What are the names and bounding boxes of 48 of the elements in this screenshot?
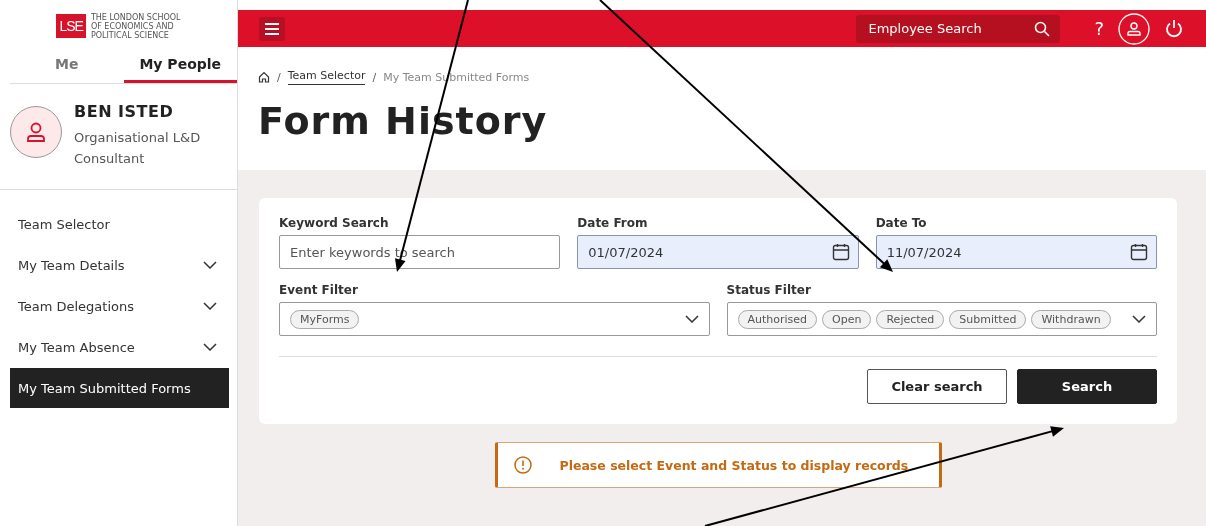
- calendar-icon[interactable]: [831, 243, 850, 261]
- field-label: Keyword Search: [279, 216, 390, 230]
- menu-icon: [265, 22, 279, 35]
- chevron-down-icon: [684, 315, 699, 323]
- field-label: Date From: [577, 216, 649, 230]
- profile-role: Organisational L&D Consultant: [74, 129, 202, 168]
- chevron-down-icon: [1132, 315, 1146, 323]
- sidebar-item[interactable]: My Team Absence: [10, 327, 229, 367]
- date-to-field[interactable]: 11/07/2024: [875, 235, 1157, 269]
- breadcrumb-separator: /: [277, 70, 281, 84]
- alert-message: Please select Event and Status to display records: [559, 457, 909, 473]
- profile-button[interactable]: [1118, 12, 1150, 45]
- person-icon: [1118, 12, 1150, 45]
- profile-name: BEN ISTED: [74, 102, 175, 121]
- logo-text: THE LONDON SCHOOL: [90, 12, 181, 22]
- chevron-down-icon: [203, 302, 217, 310]
- menu-button[interactable]: [259, 16, 285, 41]
- sidebar-tab[interactable]: Me: [10, 50, 124, 83]
- field-label: Event Filter: [279, 283, 359, 297]
- sidebar-item[interactable]: Team Delegations: [10, 286, 229, 326]
- chevron-down-icon: [203, 261, 217, 269]
- employee-search-field[interactable]: Employee Search: [856, 14, 1061, 43]
- sidebar-item[interactable]: My Team Details: [10, 245, 229, 285]
- breadcrumb-link[interactable]: Team Selector: [287, 69, 366, 85]
- person-icon: [25, 121, 47, 143]
- logo-text: POLITICAL SCIENCE: [90, 30, 170, 40]
- power-button[interactable]: [1164, 18, 1184, 39]
- sidebar-item[interactable]: My Team Submitted Forms: [10, 368, 229, 408]
- status-filter-select[interactable]: Authorised Open Rejected Submitted Withdrawn: [726, 302, 1157, 336]
- home-icon[interactable]: [258, 71, 270, 83]
- search-icon[interactable]: [1034, 20, 1051, 37]
- sidebar-tab[interactable]: My People: [123, 50, 237, 83]
- power-icon: [1164, 18, 1184, 39]
- help-link[interactable]: ?: [1094, 18, 1104, 39]
- field-label: Status Filter: [726, 283, 812, 297]
- clear-search-button[interactable]: Clear search: [867, 369, 1007, 404]
- breadcrumb-separator: /: [372, 70, 377, 84]
- exclamation-icon: [513, 456, 532, 474]
- chevron-down-icon: [203, 343, 217, 351]
- calendar-icon[interactable]: [1130, 243, 1148, 261]
- field-label: Date To: [875, 216, 928, 230]
- sidebar-item[interactable]: Team Selector: [10, 204, 229, 244]
- event-filter-select[interactable]: MyForms: [279, 302, 710, 336]
- logo-text: OF ECONOMICS AND: [90, 21, 175, 31]
- search-button[interactable]: Search: [1017, 369, 1157, 404]
- search-input[interactable]: Employee Search: [866, 20, 1017, 37]
- logo-mark: LSE: [56, 14, 86, 38]
- date-from-field[interactable]: 01/07/2024: [577, 235, 859, 269]
